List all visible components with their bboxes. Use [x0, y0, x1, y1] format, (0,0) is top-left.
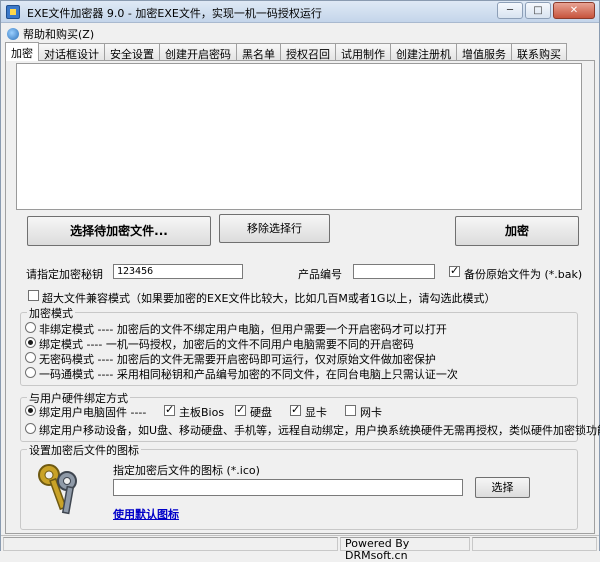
large-file-checkbox[interactable] [28, 290, 39, 301]
mode-nopassword-label: 无密码模式 ---- 加密后的文件无需要开启密码即可运行，仅对原始文件做加密保护 [39, 353, 436, 366]
status-pane-right [472, 537, 597, 551]
file-list[interactable] [16, 63, 582, 210]
mode-nopassword-radio[interactable] [25, 352, 36, 363]
icon-file-input[interactable] [113, 479, 463, 496]
menu-help-label: 帮助和购买(Z) [23, 28, 95, 41]
mode-onecode-radio[interactable] [25, 367, 36, 378]
tab-dialog-design[interactable]: 对话框设计 [38, 43, 105, 61]
status-bar: Powered By DRMsoft.cn [1, 535, 599, 562]
bind-mobile-label: 绑定用户移动设备，如U盘、移动硬盘、手机等，远程自动绑定，用户换系统换硬件无需再… [39, 424, 600, 437]
remove-selected-button[interactable]: 移除选择行 [219, 214, 330, 243]
minimize-button[interactable]: ─ [497, 2, 523, 19]
tab-create-password[interactable]: 创建开启密码 [159, 43, 237, 61]
window-title: EXE文件加密器 9.0 - 加密EXE文件，实现一机一码授权运行 [27, 7, 322, 20]
tab-encrypt[interactable]: 加密 [5, 42, 39, 61]
mode-bound-radio[interactable] [25, 337, 36, 348]
product-id-label: 产品编号 [298, 268, 342, 281]
powered-by-text: Powered By DRMsoft.cn [345, 537, 410, 562]
mode-onecode-label: 一码通模式 ---- 采用相同秘钥和产品编号加密的不同文件，在同台电脑上只需认证… [39, 368, 458, 381]
maximize-button[interactable]: □ [525, 2, 551, 19]
gpu-checkbox[interactable] [290, 403, 301, 416]
menu-bar: 帮助和购买(Z) [1, 24, 599, 42]
backup-label: 备份原始文件为 (*.bak) [464, 268, 583, 281]
globe-icon [7, 28, 19, 40]
bind-fixed-radio[interactable] [25, 405, 36, 416]
select-files-button[interactable]: 选择待加密文件... [27, 216, 211, 246]
status-powered-by: Powered By DRMsoft.cn [340, 537, 470, 562]
tab-blacklist[interactable]: 黑名单 [236, 43, 281, 61]
mode-unbound-label: 非绑定模式 ---- 加密后的文件不绑定用户电脑，但用户需要一个开启密码才可以打… [39, 323, 447, 336]
encrypt-button[interactable]: 加密 [455, 216, 579, 246]
default-icon-link[interactable]: 使用默认图标 [113, 506, 179, 522]
mode-unbound-radio[interactable] [25, 322, 36, 333]
bios-label: 主板Bios [179, 406, 225, 419]
app-icon [6, 5, 20, 19]
backup-checkbox[interactable] [449, 264, 460, 277]
app-window: EXE文件加密器 9.0 - 加密EXE文件，实现一机一码授权运行 ─ □ ✕ … [0, 0, 600, 562]
browse-icon-button[interactable]: 选择 [475, 477, 530, 498]
tab-license-recall[interactable]: 授权召回 [280, 43, 336, 61]
title-bar[interactable]: EXE文件加密器 9.0 - 加密EXE文件，实现一机一码授权运行 ─ □ ✕ [1, 1, 599, 23]
close-button[interactable]: ✕ [553, 2, 595, 19]
disk-checkbox[interactable] [235, 403, 246, 416]
secret-key-input[interactable]: 123456 [113, 264, 243, 279]
bind-fixed-label: 绑定用户电脑固件 ---- [39, 406, 147, 419]
encrypt-mode-group: 加密模式 非绑定模式 ---- 加密后的文件不绑定用户电脑，但用户需要一个开启密… [20, 305, 578, 386]
tab-keygen[interactable]: 创建注册机 [390, 43, 457, 61]
bios-checkbox[interactable] [164, 403, 175, 416]
product-id-input[interactable] [353, 264, 435, 279]
icon-settings-title: 设置加密后文件的图标 [27, 442, 141, 458]
nic-checkbox[interactable] [345, 405, 356, 416]
tab-contact[interactable]: 联系购买 [511, 43, 567, 61]
nic-label: 网卡 [360, 406, 382, 419]
status-pane-left [3, 537, 338, 551]
gpu-label: 显卡 [305, 406, 327, 419]
tab-trial[interactable]: 试用制作 [335, 43, 391, 61]
mode-bound-label: 绑定模式 ---- 一机一码授权，加密后的文件不同用户电脑需要不同的开启密码 [39, 338, 414, 351]
encrypt-panel: 选择待加密文件... 移除选择行 加密 请指定加密秘钥 123456 产品编号 … [5, 60, 600, 534]
menu-help[interactable]: 帮助和购买(Z) [7, 26, 94, 42]
tab-value-added[interactable]: 增值服务 [456, 43, 512, 61]
encrypt-mode-title: 加密模式 [27, 305, 75, 321]
bind-mobile-radio[interactable] [25, 423, 36, 434]
tab-strip: 加密 对话框设计 安全设置 创建开启密码 黑名单 授权召回 试用制作 创建注册机… [5, 42, 567, 61]
large-file-label: 超大文件兼容模式（如果要加密的EXE文件比较大，比如几百M或者1G以上，请勾选此… [42, 292, 496, 305]
icon-settings-group: 设置加密后文件的图标 指定加密后文件的图标 (*.ico) 选择 使用默认图标 [20, 442, 578, 530]
disk-label: 硬盘 [250, 406, 272, 419]
tab-security[interactable]: 安全设置 [104, 43, 160, 61]
icon-file-label: 指定加密后文件的图标 (*.ico) [113, 464, 260, 477]
hardware-bind-group: 与用户硬件绑定方式 绑定用户电脑固件 ---- 主板Bios 硬盘 显卡 网卡 … [20, 390, 600, 442]
secret-key-label: 请指定加密秘钥 [26, 268, 103, 281]
keys-icon [38, 464, 77, 515]
